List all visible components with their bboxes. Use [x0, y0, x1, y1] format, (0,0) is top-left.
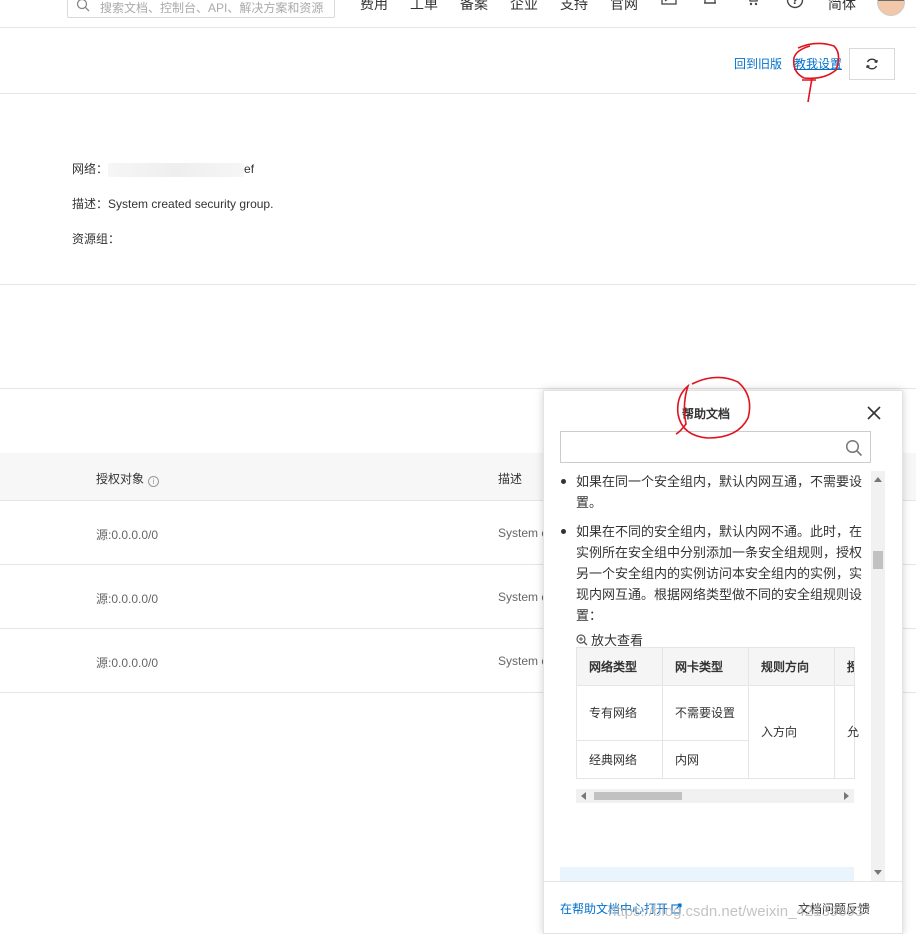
- close-icon[interactable]: [864, 403, 884, 423]
- horizontal-scroll-thumb[interactable]: [594, 792, 682, 800]
- auth-object-cell: 源:0.0.0.0/0: [96, 528, 159, 542]
- nav-tickets[interactable]: 工单: [410, 0, 438, 14]
- network-suffix: ef: [244, 162, 255, 176]
- auth-object-cell: 源:0.0.0.0/0: [96, 656, 159, 670]
- bell-icon[interactable]: [702, 0, 718, 10]
- description-row: 描述：System created security group.: [72, 195, 273, 212]
- help-question-icon[interactable]: ?: [786, 0, 804, 9]
- user-avatar[interactable]: [877, 0, 905, 16]
- terminal-icon[interactable]: [661, 0, 677, 10]
- scroll-left-arrow-icon[interactable]: [581, 792, 586, 800]
- teach-me-setup-link[interactable]: 教我设置: [794, 55, 842, 72]
- search-placeholder: 搜索文档、控制台、API、解决方案和资源: [100, 1, 324, 15]
- table-horizontal-scrollbar[interactable]: [576, 789, 854, 803]
- description-label: 描述：: [72, 197, 109, 211]
- help-bullet-same-group: 如果在同一个安全组内，默认内网互通，不需要设置。: [558, 471, 870, 513]
- network-row: 网络： ef: [72, 160, 254, 177]
- auth-object-cell: 源:0.0.0.0/0: [96, 592, 159, 606]
- col-auth-object: 授权对象 i: [96, 470, 160, 487]
- description-cell: System c: [498, 654, 548, 668]
- description-cell: System c: [498, 590, 548, 604]
- cell-authorization: 允: [834, 685, 859, 779]
- help-vertical-scrollbar[interactable]: [871, 471, 885, 881]
- back-to-old-version-link[interactable]: 回到旧版: [734, 55, 782, 72]
- resource-group-label: 资源组：: [72, 232, 121, 246]
- network-rules-table: 网络类型 网卡类型 规则方向 授 专有网络 不需要设置 入方向 允 经典网络 内…: [576, 647, 859, 779]
- resource-group-row: 资源组：: [72, 230, 120, 247]
- cell-rule-direction: 入方向: [748, 685, 835, 779]
- cell-network-type: 经典网络: [576, 740, 663, 779]
- help-search-input[interactable]: [560, 431, 871, 463]
- csdn-watermark: https://blog.csdn.net/weixin_42139693: [608, 903, 864, 920]
- cell-nic-type: 内网: [662, 740, 749, 779]
- global-search-input[interactable]: 搜索文档、控制台、API、解决方案和资源: [67, 0, 335, 18]
- description-cell: System c: [498, 526, 548, 540]
- search-icon[interactable]: [845, 439, 863, 457]
- th-authorization: 授: [834, 647, 855, 686]
- help-bullet-different-group: 如果在不同的安全组内，默认内网不通。此时，在实例所在安全组中分别添加一条安全组规…: [558, 521, 870, 626]
- th-nic-type: 网卡类型: [662, 647, 749, 686]
- cell-network-type: 专有网络: [576, 685, 663, 741]
- svg-text:?: ?: [792, 0, 798, 7]
- nav-official-site[interactable]: 官网: [610, 0, 638, 14]
- language-switch[interactable]: 简体: [828, 0, 856, 14]
- search-icon: [76, 0, 90, 12]
- divider: [0, 284, 916, 285]
- help-document-panel: 帮助文档 如果在同一个安全组内，默认内网互通，不需要设置。 如果在不同的安全组内…: [543, 390, 903, 934]
- divider: [0, 388, 916, 389]
- nav-support[interactable]: 支持: [560, 0, 588, 14]
- cart-icon[interactable]: [744, 0, 760, 10]
- th-rule-direction: 规则方向: [748, 647, 835, 686]
- description-value: System created security group.: [108, 197, 274, 211]
- cell-nic-type: 不需要设置: [662, 685, 749, 741]
- info-callout-box: [560, 867, 854, 881]
- info-icon[interactable]: i: [148, 476, 160, 487]
- vertical-scroll-thumb[interactable]: [873, 551, 883, 569]
- refresh-icon: [866, 58, 878, 70]
- help-content: 如果在同一个安全组内，默认内网互通，不需要设置。 如果在不同的安全组内，默认内网…: [558, 471, 870, 881]
- scroll-up-arrow-icon[interactable]: [874, 477, 882, 482]
- scroll-right-arrow-icon[interactable]: [844, 792, 849, 800]
- th-network-type: 网络类型: [576, 647, 663, 686]
- help-panel-title: 帮助文档: [681, 407, 730, 421]
- redacted-network-value: [108, 162, 245, 177]
- nav-enterprise[interactable]: 企业: [510, 0, 538, 14]
- top-navigation-bar: 搜索文档、控制台、API、解决方案和资源 费用 工单 备案 企业 支持 官网 ?…: [0, 0, 916, 28]
- scroll-down-arrow-icon[interactable]: [874, 870, 882, 875]
- zoom-in-icon: [576, 633, 588, 645]
- refresh-button[interactable]: [849, 48, 895, 80]
- nav-filing[interactable]: 备案: [460, 0, 488, 14]
- col-description: 描述: [498, 472, 523, 486]
- nav-fees[interactable]: 费用: [360, 0, 388, 14]
- network-label: 网络：: [72, 162, 109, 176]
